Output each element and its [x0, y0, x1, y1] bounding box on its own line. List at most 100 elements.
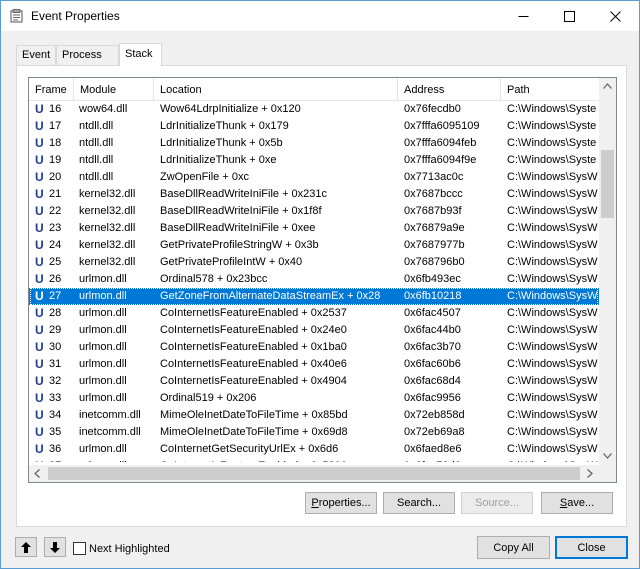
address-cell: 0x6faed8e6: [404, 443, 462, 455]
column-header-address[interactable]: Address: [398, 78, 501, 101]
module-cell: kernel32.dll: [79, 205, 136, 217]
maximize-button[interactable]: [547, 1, 593, 31]
location-cell: CoInternetIsFeatureEnabled + 0x4904: [160, 375, 347, 387]
vertical-scrollbar[interactable]: [599, 78, 616, 465]
module-cell: kernel32.dll: [79, 222, 136, 234]
next-highlighted-checkbox[interactable]: [73, 542, 86, 555]
user-mode-marker: U: [35, 357, 44, 371]
path-cell: C:\Windows\SysW: [507, 239, 598, 251]
column-header-module[interactable]: Module: [74, 78, 154, 101]
stack-row[interactable]: U 31 urlmon.dll CoInternetIsFeatureEnabled …: [29, 356, 599, 373]
address-cell: 0x7687bccc: [404, 188, 463, 200]
scroll-left-button[interactable]: [29, 465, 46, 482]
tab-stack[interactable]: Stack: [119, 43, 162, 66]
save-button[interactable]: Save...: [541, 492, 613, 514]
horizontal-scroll-thumb[interactable]: [48, 467, 580, 480]
stack-row[interactable]: U 35 inetcomm.dll MimeOleInetDateToFileTime…: [29, 424, 599, 441]
column-headers: Frame Module Location Address Path: [29, 78, 599, 101]
close-window-button[interactable]: [593, 1, 639, 31]
stack-row[interactable]: U 33 urlmon.dll Ordinal519 + 0x206 0x6fac995…: [29, 390, 599, 407]
stack-row[interactable]: U 23 kernel32.dll BaseDllReadWriteIniFile +…: [29, 220, 599, 237]
address-cell: 0x72eb69a8: [404, 426, 465, 438]
module-cell: urlmon.dll: [79, 324, 127, 336]
location-cell: Wow64LdrpInitialize + 0x120: [160, 103, 301, 115]
address-cell: 0x7687b93f: [404, 205, 462, 217]
stack-row[interactable]: U 18 ntdll.dll LdrInitializeThunk + 0x5b 0x7…: [29, 135, 599, 152]
stack-row[interactable]: U 21 kernel32.dll BaseDllReadWriteIniFile +…: [29, 186, 599, 203]
module-cell: urlmon.dll: [79, 273, 127, 285]
module-cell: urlmon.dll: [79, 392, 127, 404]
column-header-frame[interactable]: Frame: [29, 78, 74, 101]
frame-cell: 21: [49, 188, 62, 200]
previous-event-button[interactable]: [15, 537, 37, 557]
location-cell: CoInternetIsFeatureEnabled + 0x24e0: [160, 324, 347, 336]
stack-row[interactable]: U 19 ntdll.dll LdrInitializeThunk + 0xe 0x7f…: [29, 152, 599, 169]
stack-row[interactable]: U 29 urlmon.dll CoInternetIsFeatureEnabled …: [29, 322, 599, 339]
location-cell: GetZoneFromAlternateDataStreamEx + 0x28: [160, 290, 381, 302]
source-button[interactable]: Source...: [461, 492, 533, 514]
minimize-button[interactable]: [501, 1, 547, 31]
column-header-location[interactable]: Location: [154, 78, 398, 101]
stack-row[interactable]: U 20 ntdll.dll ZwOpenFile + 0xc 0x7713ac0c C:…: [29, 169, 599, 186]
address-cell: 0x6fac60b6: [404, 358, 461, 370]
location-cell: CoInternetIsFeatureEnabled + 0x2537: [160, 307, 347, 319]
stack-row[interactable]: U 32 urlmon.dll CoInternetIsFeatureEnabled …: [29, 373, 599, 390]
next-event-button[interactable]: [44, 537, 66, 557]
title-bar[interactable]: Event Properties: [1, 1, 639, 31]
address-cell: 0x768796b0: [404, 256, 465, 268]
stack-list[interactable]: Frame Module Location Address Path U 16 wo…: [28, 77, 617, 483]
frame-cell: 33: [49, 392, 62, 404]
search-button[interactable]: Search...: [383, 492, 455, 514]
scroll-corner: [599, 465, 616, 482]
stack-row[interactable]: U 22 kernel32.dll BaseDllReadWriteIniFile +…: [29, 203, 599, 220]
stack-tab-panel: Frame Module Location Address Path U 16 wo…: [16, 65, 627, 527]
location-cell: CoInternetIsFeatureEnabled + 0x40e6: [160, 358, 347, 370]
stack-row[interactable]: U 34 inetcomm.dll MimeOleInetDateToFileTime…: [29, 407, 599, 424]
stack-row[interactable]: U 26 urlmon.dll Ordinal578 + 0x23bcc 0x6fb49…: [29, 271, 599, 288]
location-cell: LdrInitializeThunk + 0xe: [160, 154, 277, 166]
stack-row[interactable]: U 17 ntdll.dll LdrInitializeThunk + 0x179 0x…: [29, 118, 599, 135]
user-mode-marker: U: [35, 306, 44, 320]
path-cell: C:\Windows\SysW: [507, 205, 598, 217]
frame-cell: 24: [49, 239, 62, 251]
frame-cell: 23: [49, 222, 62, 234]
module-cell: kernel32.dll: [79, 188, 136, 200]
stack-row[interactable]: U 36 urlmon.dll CoInternetGetSecurityUrlEx …: [29, 441, 599, 458]
tab-process[interactable]: Process: [56, 45, 119, 65]
address-cell: 0x7fffa6094feb: [404, 137, 477, 149]
module-cell: ntdll.dll: [79, 171, 114, 183]
location-cell: GetPrivateProfileStringW + 0x3b: [160, 239, 319, 251]
stack-rows: U 16 wow64.dll Wow64LdrpInitialize + 0x120 0…: [29, 101, 599, 462]
properties-label: roperties...: [318, 497, 371, 509]
tab-event[interactable]: Event: [16, 45, 56, 65]
scroll-up-button[interactable]: [599, 78, 616, 95]
stack-row[interactable]: U 25 kernel32.dll GetPrivateProfileIntW + 0…: [29, 254, 599, 271]
user-mode-marker: U: [35, 102, 44, 116]
properties-accel: P: [311, 497, 319, 509]
path-cell: C:\Windows\SysW: [507, 460, 599, 462]
properties-button[interactable]: Properties...: [305, 492, 377, 514]
user-mode-marker: U: [35, 170, 44, 184]
stack-row[interactable]: U 16 wow64.dll Wow64LdrpInitialize + 0x120 0…: [29, 101, 599, 118]
stack-row[interactable]: U 28 urlmon.dll CoInternetIsFeatureEnabled …: [29, 305, 599, 322]
close-button[interactable]: Close: [555, 536, 628, 559]
scroll-down-button[interactable]: [599, 448, 616, 465]
stack-row[interactable]: U 24 kernel32.dll GetPrivateProfileStringW …: [29, 237, 599, 254]
user-mode-marker: U: [35, 374, 44, 388]
copy-all-button[interactable]: Copy All: [477, 536, 550, 559]
stack-row[interactable]: U 27 urlmon.dll GetZoneFromAlternateDataStr…: [29, 288, 599, 305]
location-cell: MimeOleInetDateToFileTime + 0x85bd: [160, 409, 348, 421]
stack-row[interactable]: U 30 urlmon.dll CoInternetIsFeatureEnabled …: [29, 339, 599, 356]
stack-row[interactable]: U 37 urlmon.dll CoInternetIsFeatureEnabled …: [29, 458, 599, 462]
path-cell: C:\Windows\Syste: [507, 120, 597, 132]
vertical-scroll-thumb[interactable]: [601, 150, 614, 218]
next-highlighted-label[interactable]: Next Highlighted: [89, 543, 170, 555]
scroll-right-button[interactable]: [582, 465, 599, 482]
location-cell: GetPrivateProfileIntW + 0x40: [160, 256, 303, 268]
user-mode-marker: U: [35, 119, 44, 133]
location-cell: LdrInitializeThunk + 0x5b: [160, 137, 283, 149]
location-cell: BaseDllReadWriteIniFile + 0x231c: [160, 188, 328, 200]
path-cell: C:\Windows\Syste: [507, 154, 597, 166]
horizontal-scrollbar[interactable]: [29, 465, 599, 482]
column-header-path[interactable]: Path: [501, 78, 601, 101]
